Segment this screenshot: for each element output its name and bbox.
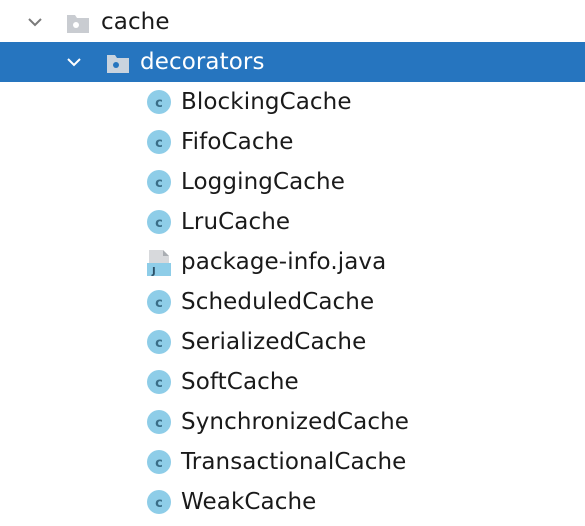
svg-text:c: c xyxy=(155,296,163,311)
tree-node-class[interactable]: c WeakCache xyxy=(0,482,585,522)
class-icon: c xyxy=(146,129,172,155)
class-icon: c xyxy=(146,409,172,435)
class-icon: c xyxy=(146,489,172,515)
class-icon: c xyxy=(146,449,172,475)
package-folder-icon xyxy=(65,10,91,36)
svg-text:c: c xyxy=(155,376,163,391)
svg-text:c: c xyxy=(155,416,163,431)
class-icon: c xyxy=(146,289,172,315)
tree-node-class[interactable]: c SoftCache xyxy=(0,362,585,402)
class-icon: c xyxy=(146,89,172,115)
tree-node-label: LoggingCache xyxy=(181,169,345,195)
tree-node-class[interactable]: c TransactionalCache xyxy=(0,442,585,482)
tree-node-label: BlockingCache xyxy=(181,89,352,115)
svg-text:c: c xyxy=(155,456,163,471)
tree-node-label: WeakCache xyxy=(181,489,317,515)
svg-text:c: c xyxy=(155,136,163,151)
tree-node-label: SoftCache xyxy=(181,369,299,395)
tree-node-class[interactable]: c ScheduledCache xyxy=(0,282,585,322)
svg-text:c: c xyxy=(155,336,163,351)
tree-node-label: FifoCache xyxy=(181,129,294,155)
tree-node-class[interactable]: c SynchronizedCache xyxy=(0,402,585,442)
svg-text:c: c xyxy=(155,216,163,231)
chevron-down-icon[interactable] xyxy=(63,51,85,73)
chevron-down-icon[interactable] xyxy=(24,11,46,33)
tree-node-class[interactable]: c FifoCache xyxy=(0,122,585,162)
tree-node-class[interactable]: c BlockingCache xyxy=(0,82,585,122)
class-icon: c xyxy=(146,169,172,195)
package-folder-icon xyxy=(105,50,131,76)
class-icon: c xyxy=(146,369,172,395)
tree-node-label: SerializedCache xyxy=(181,329,367,355)
svg-text:c: c xyxy=(155,96,163,111)
tree-node-label: decorators xyxy=(140,49,265,75)
tree-node-file[interactable]: J package-info.java xyxy=(0,242,585,282)
tree-node-label: LruCache xyxy=(181,209,291,235)
tree-node-cache[interactable]: cache xyxy=(0,2,585,42)
svg-text:J: J xyxy=(151,266,156,277)
tree-node-label: package-info.java xyxy=(181,249,387,275)
class-icon: c xyxy=(146,209,172,235)
tree-node-label: ScheduledCache xyxy=(181,289,375,315)
tree-node-label: SynchronizedCache xyxy=(181,409,410,435)
tree-node-class[interactable]: c LoggingCache xyxy=(0,162,585,202)
tree-node-decorators[interactable]: decorators xyxy=(0,42,585,82)
tree-node-label: TransactionalCache xyxy=(181,449,407,475)
project-tree: cache decorators c BlockingCache c FifoC… xyxy=(0,2,585,522)
tree-node-class[interactable]: c LruCache xyxy=(0,202,585,242)
tree-node-class[interactable]: c SerializedCache xyxy=(0,322,585,362)
tree-node-label: cache xyxy=(101,9,170,35)
class-icon: c xyxy=(146,329,172,355)
svg-text:c: c xyxy=(155,176,163,191)
java-file-icon: J xyxy=(146,249,172,277)
svg-text:c: c xyxy=(155,496,163,511)
